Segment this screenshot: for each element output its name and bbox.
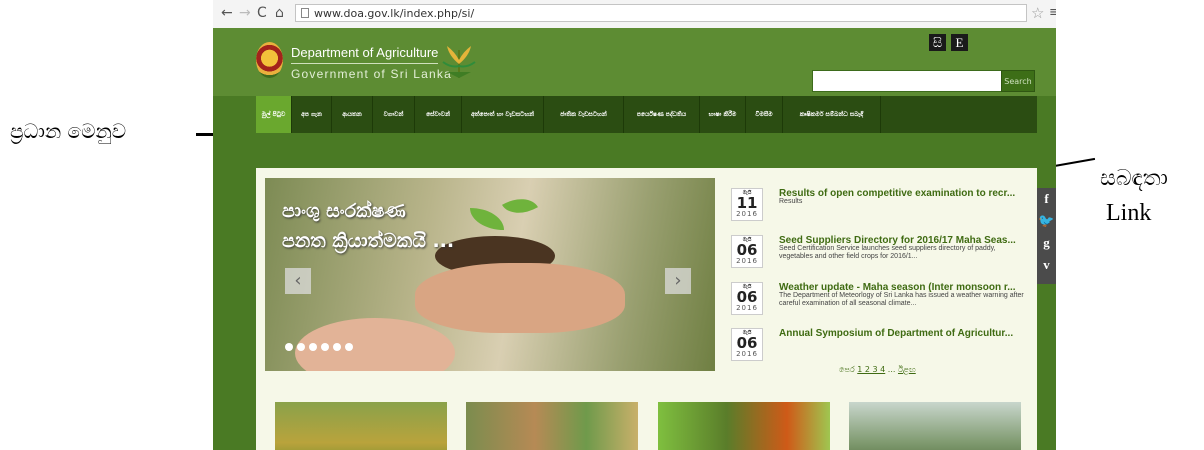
news-year: 2016 [736,210,758,218]
facebook-icon[interactable]: f [1037,188,1056,210]
news-date: මැයි 06 2016 [731,328,763,361]
thumbnail-farmer[interactable] [466,402,638,450]
news-year: 2016 [736,350,758,358]
nav-item-home[interactable]: මුල් පිටුව [256,96,292,133]
slider-dot[interactable] [285,343,293,351]
home-icon[interactable]: ⌂ [275,5,284,21]
news-desc: Results [779,198,803,205]
pager-pages[interactable]: 1 2 3 4 [857,365,885,374]
vimeo-icon[interactable]: v [1037,254,1056,276]
nav-item-services[interactable]: සේවාවන් [415,96,462,133]
news-day: 06 [736,334,758,352]
lang-sinhala-button[interactable]: සි [929,34,946,51]
search-input[interactable] [812,70,1002,92]
forward-icon[interactable]: → [239,5,251,21]
thumbnail-greenhouse[interactable] [849,402,1021,450]
slider-prev-button[interactable]: ‹ [285,268,311,294]
address-bar: ← → C ⌂ www.doa.gov.lk/index.php/si/ ☆ ≡ [213,0,1056,29]
nav-item-crops[interactable]: වගාවන් [373,96,415,133]
url-text: www.doa.gov.lk/index.php/si/ [314,7,475,20]
department-name[interactable]: Department of Agriculture [291,45,438,60]
url-field[interactable]: www.doa.gov.lk/index.php/si/ [295,4,1027,22]
slider-dot[interactable] [297,343,305,351]
slider-dots [285,343,353,351]
slide-leaf [502,189,538,223]
nav-item-institutes[interactable]: ආයතන [332,96,373,133]
main-nav: මුල් පිටුව අප ගැන ආයතන වගාවන් සේවාවන් අත… [256,96,1037,133]
news-pagination: පෙර 1 2 3 4 ... ඊළඟ [839,365,916,375]
page-icon [301,8,309,18]
bookmark-star-icon[interactable]: ☆ [1031,4,1044,22]
social-bar: f 🐦 g v [1037,188,1056,284]
slide-hand-adult [415,263,625,333]
twitter-icon[interactable]: 🐦 [1037,210,1056,232]
news-title-link[interactable]: Annual Symposium of Department of Agricu… [779,328,1029,339]
nav-item-inquiries[interactable]: විමසීම [746,96,783,133]
back-icon[interactable]: ← [221,5,233,21]
news-date: මැයි 06 2016 [731,235,763,268]
pager-ellipsis: ... [887,365,896,374]
related-link-annotation-si: සබඳතා [1100,166,1168,191]
news-desc: Seed Certification Service launches seed… [779,245,996,260]
related-link-annotation-en: Link [1106,200,1152,226]
slider-dot[interactable] [345,343,353,351]
slide-leaf [470,208,504,230]
sri-lanka-emblem-icon [256,42,283,78]
main-menu-annotation: ප්‍රධාන මෙනුව [10,119,127,143]
news-year: 2016 [736,257,758,265]
news-day: 06 [736,288,758,306]
news-desc: The Department of Meteorlogy of Sri Lank… [779,292,1024,307]
slide-caption: පාංශු සංරක්ෂණ පනත ක්‍රියාත්මකයි ... [282,196,454,256]
slider-next-button[interactable]: › [665,268,691,294]
browser-menu-icon[interactable]: ≡ [1049,5,1056,20]
nav-item-language[interactable]: භාෂා කිරීම [700,96,746,133]
lang-english-button[interactable]: E [951,34,968,51]
news-year: 2016 [736,304,758,312]
slider-dot[interactable] [333,343,341,351]
main-content: පාංශු සංරක්ෂණ පනත ක්‍රියාත්මකයි ... ‹ › [256,168,1037,450]
news-date: මැයි 06 2016 [731,282,763,315]
thumbnail-paddy[interactable] [275,402,447,450]
google-plus-icon[interactable]: g [1037,232,1056,254]
nav-item-research[interactable]: පර්යේෂණ පද්ධතිය [624,96,700,133]
news-day: 11 [736,194,758,212]
reload-icon[interactable]: C [257,5,267,21]
website: Department of Agriculture Government of … [213,28,1056,450]
header-divider [291,63,438,64]
site-header: Department of Agriculture Government of … [213,28,1056,96]
news-day: 06 [736,241,758,259]
nav-item-about[interactable]: අප ගැන [292,96,332,133]
slide-caption-line2: පනත ක්‍රියාත්මකයි ... [282,230,455,252]
nav-item-links[interactable]: කෘෂිකර්ම සම්බන්ධ සබැඳි [783,96,881,133]
nav-item-publications[interactable]: අත්පොත් හා වැඩසටහන් [462,96,544,133]
slider-dot[interactable] [309,343,317,351]
browser-window: ← → C ⌂ www.doa.gov.lk/index.php/si/ ☆ ≡… [213,0,1056,450]
image-slider[interactable]: පාංශු සංරක්ෂණ පනත ක්‍රියාත්මකයි ... ‹ › [265,178,715,371]
slide-caption-line1: පාංශු සංරක්ෂණ [282,200,406,222]
slider-dot[interactable] [321,343,329,351]
news-date: මැයි 11 2016 [731,188,763,221]
thumbnail-pest[interactable] [658,402,830,450]
pager-prev[interactable]: පෙර [839,365,855,374]
pager-next[interactable]: ඊළඟ [898,365,916,374]
doa-logo-icon [442,46,476,78]
nav-item-national-programs[interactable]: ජාතික වැඩසටහන් [544,96,624,133]
search-button[interactable]: Search [1001,70,1035,92]
government-name: Government of Sri Lanka [291,67,453,81]
